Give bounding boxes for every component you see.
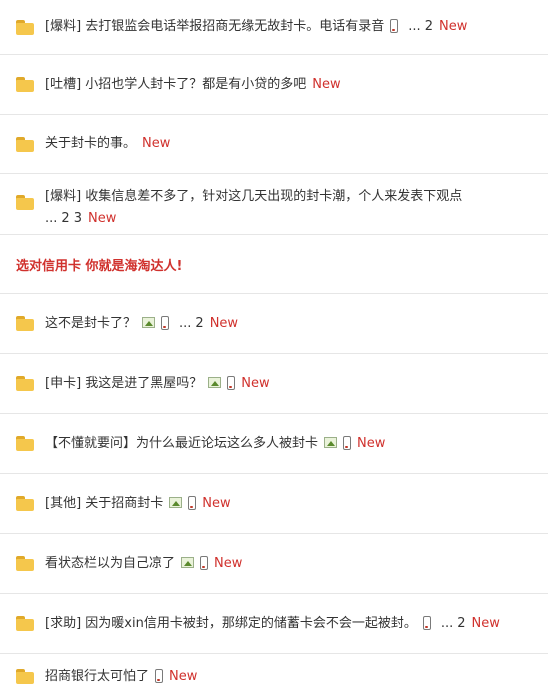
image-icon [324, 436, 338, 448]
thread-info: [求助] 因为暖xin信用卡被封，那绑定的储蓄卡会不会一起被封。... 2 New [45, 613, 540, 635]
page-links: ... 2 [175, 316, 204, 331]
thread-row[interactable]: [吐槽] 小招也学人封卡了？都是有小贷的多吧 New [0, 55, 548, 115]
thread-info: 【不懂就要问】为什么最近论坛这么多人被封卡 New [45, 433, 540, 455]
folder-icon [16, 136, 34, 152]
thread-title[interactable]: [爆料] 去打银监会电话举报招商无缘无故封卡。电话有录音 [45, 19, 384, 34]
new-badge: New [241, 375, 270, 391]
new-badge: New [438, 19, 468, 34]
thread-row[interactable]: 【不懂就要问】为什么最近论坛这么多人被封卡 New [0, 414, 548, 474]
phone-icon [155, 668, 164, 683]
folder-icon [16, 496, 34, 511]
thread-info: 关于封卡的事。 New [45, 133, 540, 155]
folder-icon [16, 556, 34, 571]
thread-info: [申卡] 我这是进了黑屋吗？ New [45, 373, 540, 395]
thread-info: [其他] 关于招商封卡 New [45, 493, 540, 515]
thread-info: [爆料] 收集信息差不多了，针对这几天出现的封卡潮，个人来发表下观点... 2 3 N… [45, 186, 540, 230]
folder-icon [16, 195, 34, 210]
new-badge: New [357, 435, 386, 451]
page-link[interactable]: 2 [425, 19, 433, 34]
phone-icon [200, 555, 209, 570]
ad-banner[interactable]: 选对信用卡 你就是海淘达人! [0, 235, 548, 294]
thread-title[interactable]: 【不懂就要问】为什么最近论坛这么多人被封卡 [45, 436, 318, 451]
folder-icon [16, 616, 34, 631]
page-links: ... 2 [404, 19, 433, 34]
page-links: ... 2 [437, 616, 466, 631]
page-ellipsis: ... [440, 615, 454, 631]
thread-row[interactable]: [爆料] 去打银监会电话举报招商无缘无故封卡。电话有录音... 2 New [0, 0, 548, 55]
new-badge: New [202, 495, 231, 511]
thread-title[interactable]: [吐槽] 小招也学人封卡了？都是有小贷的多吧 [45, 77, 306, 92]
ad-text[interactable]: 选对信用卡 你就是海淘达人! [16, 255, 182, 274]
thread-info: 看状态栏以为自己凉了 New [45, 553, 540, 575]
phone-icon [422, 615, 431, 630]
image-icon [208, 376, 222, 388]
phone-icon [227, 375, 236, 390]
new-badge: New [209, 315, 239, 331]
new-badge: New [214, 555, 243, 571]
page-ellipsis: ... [179, 315, 192, 331]
new-badge: New [312, 76, 341, 92]
thread-title[interactable]: [爆料] 收集信息差不多了，针对这几天出现的封卡潮，个人来发表下观点 [45, 189, 462, 204]
thread-title[interactable]: [其他] 关于招商封卡 [45, 496, 163, 511]
thread-title[interactable]: 看状态栏以为自己凉了 [45, 556, 175, 571]
image-icon [169, 496, 183, 508]
thread-info: [吐槽] 小招也学人封卡了？都是有小贷的多吧 New [45, 74, 540, 96]
folder-icon [16, 669, 34, 684]
phone-icon [161, 315, 170, 330]
thread-title[interactable]: 这不是封卡了？ [45, 316, 136, 331]
thread-row[interactable]: 招商银行太可怕了 New [0, 654, 548, 699]
thread-row[interactable]: [爆料] 收集信息差不多了，针对这几天出现的封卡潮，个人来发表下观点... 2 3 N… [0, 174, 548, 235]
thread-info: 这不是封卡了？... 2 New [45, 313, 540, 335]
thread-row[interactable]: [求助] 因为暖xin信用卡被封，那绑定的储蓄卡会不会一起被封。... 2 New [0, 594, 548, 654]
thread-title[interactable]: [求助] 因为暖xin信用卡被封，那绑定的储蓄卡会不会一起被封。 [45, 616, 417, 631]
new-badge: New [87, 211, 117, 226]
page-link[interactable]: 2 [61, 211, 69, 226]
image-icon [142, 316, 156, 328]
thread-title[interactable]: 招商银行太可怕了 [45, 669, 149, 684]
page-ellipsis: ... [408, 19, 421, 34]
thread-row[interactable]: [其他] 关于招商封卡 New [0, 474, 548, 534]
thread-row[interactable]: [申卡] 我这是进了黑屋吗？ New [0, 354, 548, 414]
new-badge: New [471, 615, 500, 631]
phone-icon [343, 435, 352, 450]
page-link[interactable]: 2 [195, 316, 203, 331]
folder-icon [16, 316, 34, 331]
folder-icon [16, 376, 34, 391]
thread-title[interactable]: [申卡] 我这是进了黑屋吗？ [45, 376, 202, 391]
folder-icon [16, 436, 34, 451]
thread-row[interactable]: 这不是封卡了？... 2 New [0, 294, 548, 354]
thread-row[interactable]: 看状态栏以为自己凉了 New [0, 534, 548, 594]
thread-info: [爆料] 去打银监会电话举报招商无缘无故封卡。电话有录音... 2 New [45, 16, 540, 38]
thread-list: [爆料] 去打银监会电话举报招商无缘无故封卡。电话有录音... 2 New [吐槽]… [0, 0, 548, 699]
thread-row[interactable]: 关于封卡的事。 New [0, 115, 548, 174]
new-badge: New [142, 136, 171, 151]
page-links: ... 2 3 [45, 211, 82, 226]
new-badge: New [169, 668, 198, 684]
folder-icon [16, 77, 34, 92]
page-link[interactable]: 2 [457, 616, 465, 631]
phone-icon [390, 19, 399, 33]
page-link[interactable]: 3 [74, 211, 82, 226]
page-ellipsis: ... [45, 211, 58, 226]
folder-icon [16, 19, 34, 35]
phone-icon [188, 495, 197, 510]
image-icon [181, 556, 195, 568]
thread-info: 招商银行太可怕了 New [45, 666, 540, 688]
thread-title[interactable]: 关于封卡的事。 [45, 136, 136, 151]
